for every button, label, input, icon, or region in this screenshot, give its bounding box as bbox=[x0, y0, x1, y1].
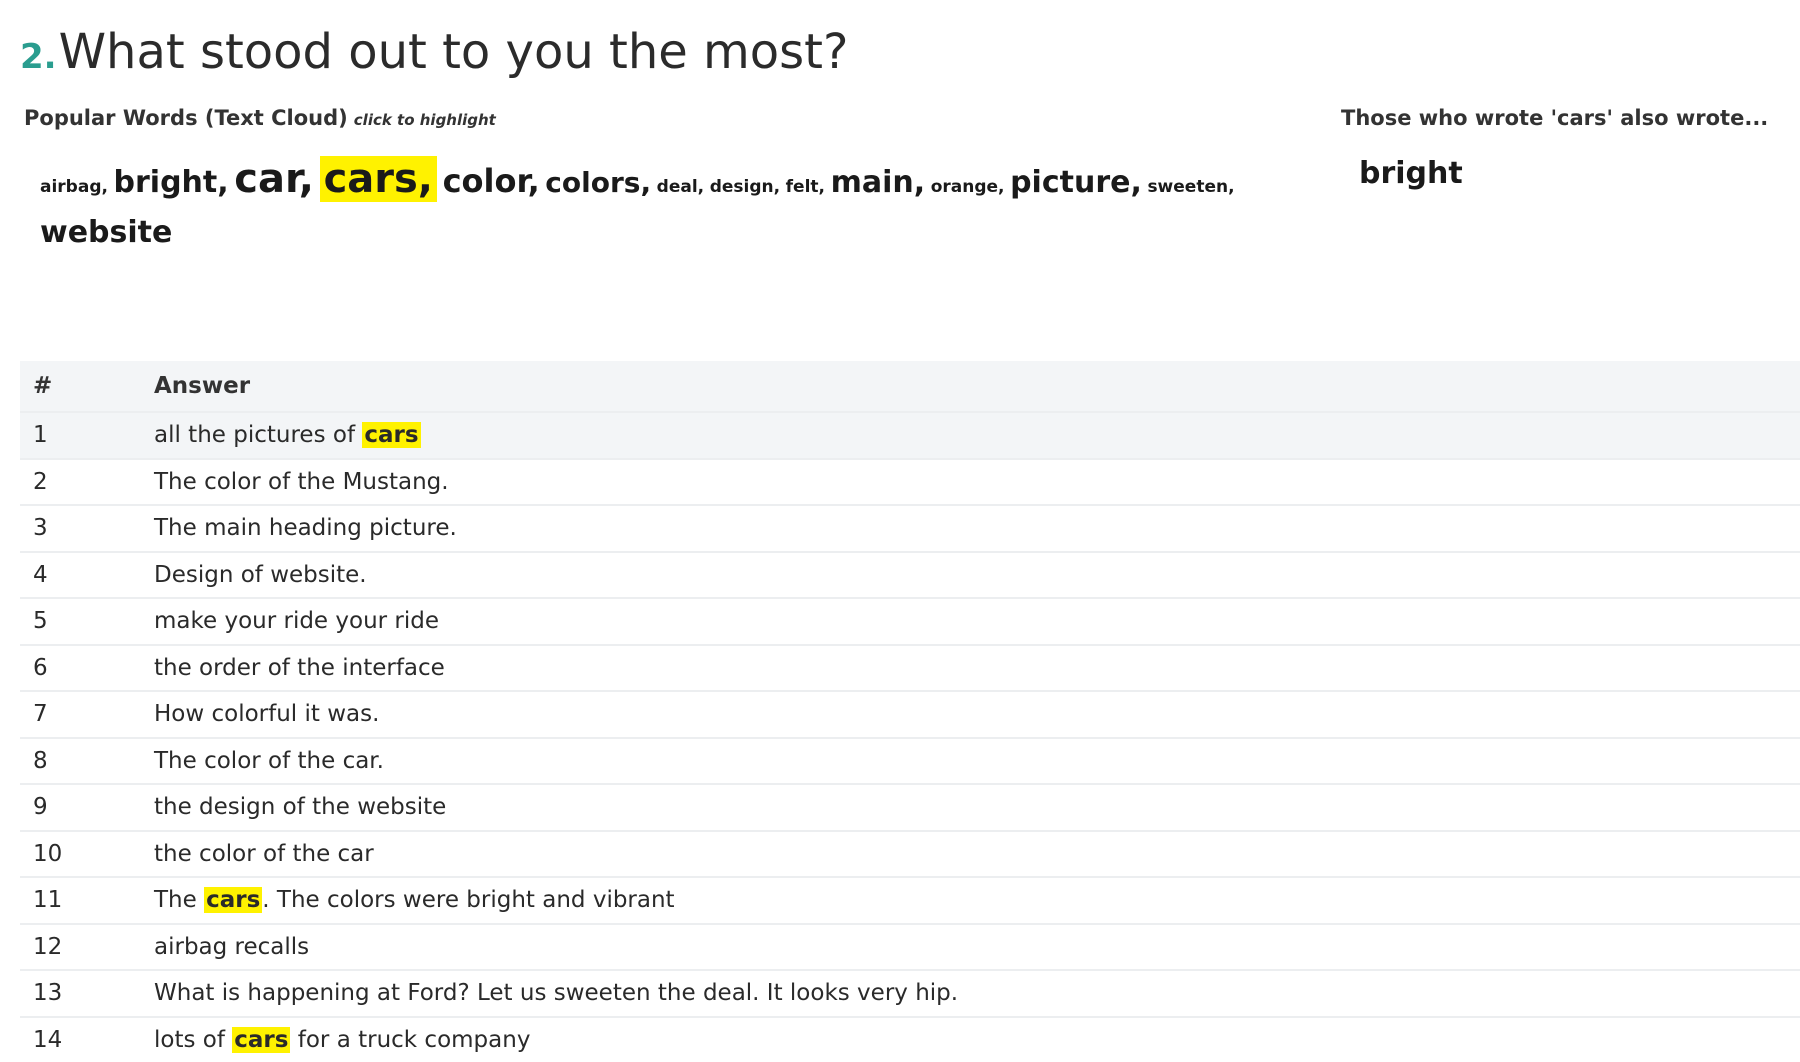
text-cloud: airbag, bright, car, cars, color, colors… bbox=[40, 156, 1240, 260]
answer-text: The bbox=[154, 887, 204, 913]
row-answer: airbag recalls bbox=[154, 924, 1800, 971]
highlighted-keyword: cars bbox=[362, 422, 420, 448]
cloud-word[interactable]: main, bbox=[831, 165, 926, 200]
answer-text: The main heading picture. bbox=[154, 515, 457, 541]
answer-text: How colorful it was. bbox=[154, 701, 379, 727]
table-row: 8The color of the car. bbox=[20, 738, 1800, 785]
row-answer: the color of the car bbox=[154, 831, 1800, 878]
answer-text: The color of the Mustang. bbox=[154, 469, 449, 495]
highlighted-keyword: cars bbox=[204, 887, 262, 913]
text-cloud-hint: click to highlight bbox=[354, 111, 496, 129]
answer-text: all the pictures of bbox=[154, 422, 362, 448]
table-row: 11The cars. The colors were bright and v… bbox=[20, 877, 1800, 924]
row-number: 2 bbox=[20, 459, 154, 506]
row-answer: the design of the website bbox=[154, 784, 1800, 831]
row-answer: lots of cars for a truck company bbox=[154, 1017, 1800, 1062]
question-title: 2.What stood out to you the most? bbox=[20, 24, 848, 80]
cloud-word[interactable]: color, bbox=[443, 162, 540, 200]
cloud-word[interactable]: cars, bbox=[320, 156, 437, 202]
row-answer: The cars. The colors were bright and vib… bbox=[154, 877, 1800, 924]
row-number: 8 bbox=[20, 738, 154, 785]
row-answer: The color of the car. bbox=[154, 738, 1800, 785]
cloud-word[interactable]: picture, bbox=[1010, 165, 1142, 200]
row-number: 1 bbox=[20, 412, 154, 459]
row-number: 5 bbox=[20, 598, 154, 645]
answer-text: the color of the car bbox=[154, 841, 374, 867]
table-row: 5make your ride your ride bbox=[20, 598, 1800, 645]
highlighted-keyword: cars bbox=[232, 1027, 290, 1053]
table-row: 2The color of the Mustang. bbox=[20, 459, 1800, 506]
row-answer: the order of the interface bbox=[154, 645, 1800, 692]
row-answer: make your ride your ride bbox=[154, 598, 1800, 645]
cloud-word[interactable]: deal, bbox=[657, 177, 704, 197]
row-answer: What is happening at Ford? Let us sweete… bbox=[154, 970, 1800, 1017]
table-row: 14lots of cars for a truck company bbox=[20, 1017, 1800, 1062]
answer-text: make your ride your ride bbox=[154, 608, 439, 634]
cloud-word[interactable]: orange, bbox=[931, 177, 1005, 197]
table-row: 9the design of the website bbox=[20, 784, 1800, 831]
table-row: 3The main heading picture. bbox=[20, 505, 1800, 552]
answer-text: for a truck company bbox=[290, 1027, 530, 1053]
question-number: 2. bbox=[20, 37, 57, 77]
answer-text: lots of bbox=[154, 1027, 232, 1053]
row-number: 10 bbox=[20, 831, 154, 878]
header-number: # bbox=[20, 361, 154, 412]
table-row: 13What is happening at Ford? Let us swee… bbox=[20, 970, 1800, 1017]
answer-text: What is happening at Ford? Let us sweete… bbox=[154, 980, 958, 1006]
question-text: What stood out to you the most? bbox=[59, 24, 849, 80]
cloud-word[interactable]: design, bbox=[710, 177, 780, 197]
also-wrote-list: bright bbox=[1359, 156, 1463, 191]
cloud-word[interactable]: website bbox=[40, 215, 172, 250]
row-number: 14 bbox=[20, 1017, 154, 1062]
row-answer: all the pictures of cars bbox=[154, 412, 1800, 459]
row-answer: How colorful it was. bbox=[154, 691, 1800, 738]
row-answer: The color of the Mustang. bbox=[154, 459, 1800, 506]
row-number: 13 bbox=[20, 970, 154, 1017]
answers-table: # Answer 1all the pictures of cars2The c… bbox=[20, 361, 1800, 1062]
row-number: 12 bbox=[20, 924, 154, 971]
answer-text: the order of the interface bbox=[154, 655, 445, 681]
answers-header-row: # Answer bbox=[20, 361, 1800, 412]
cloud-word[interactable]: sweeten, bbox=[1147, 177, 1234, 197]
answers-body: 1all the pictures of cars2The color of t… bbox=[20, 412, 1800, 1062]
table-row: 12airbag recalls bbox=[20, 924, 1800, 971]
cloud-word[interactable]: bright, bbox=[114, 165, 229, 200]
table-row: 10the color of the car bbox=[20, 831, 1800, 878]
row-answer: The main heading picture. bbox=[154, 505, 1800, 552]
answer-text: The color of the car. bbox=[154, 748, 384, 774]
answer-text: Design of website. bbox=[154, 562, 367, 588]
row-answer: Design of website. bbox=[154, 552, 1800, 599]
cloud-word[interactable]: car, bbox=[234, 156, 314, 202]
header-answer: Answer bbox=[154, 361, 1800, 412]
answer-text: . The colors were bright and vibrant bbox=[262, 887, 674, 913]
cloud-word[interactable]: airbag, bbox=[40, 177, 108, 197]
answer-text: the design of the website bbox=[154, 794, 446, 820]
cloud-word[interactable]: colors, bbox=[545, 166, 651, 199]
answer-text: airbag recalls bbox=[154, 934, 309, 960]
text-cloud-heading-label: Popular Words (Text Cloud) bbox=[24, 106, 348, 130]
text-cloud-heading: Popular Words (Text Cloud) click to highl… bbox=[24, 106, 496, 130]
row-number: 3 bbox=[20, 505, 154, 552]
row-number: 4 bbox=[20, 552, 154, 599]
table-row: 7How colorful it was. bbox=[20, 691, 1800, 738]
row-number: 11 bbox=[20, 877, 154, 924]
table-row: 1all the pictures of cars bbox=[20, 412, 1800, 459]
row-number: 6 bbox=[20, 645, 154, 692]
row-number: 9 bbox=[20, 784, 154, 831]
table-row: 4Design of website. bbox=[20, 552, 1800, 599]
cloud-word[interactable]: felt, bbox=[786, 177, 825, 197]
also-wrote-word[interactable]: bright bbox=[1359, 156, 1463, 191]
table-row: 6the order of the interface bbox=[20, 645, 1800, 692]
row-number: 7 bbox=[20, 691, 154, 738]
also-wrote-heading: Those who wrote 'cars' also wrote... bbox=[1341, 106, 1768, 130]
